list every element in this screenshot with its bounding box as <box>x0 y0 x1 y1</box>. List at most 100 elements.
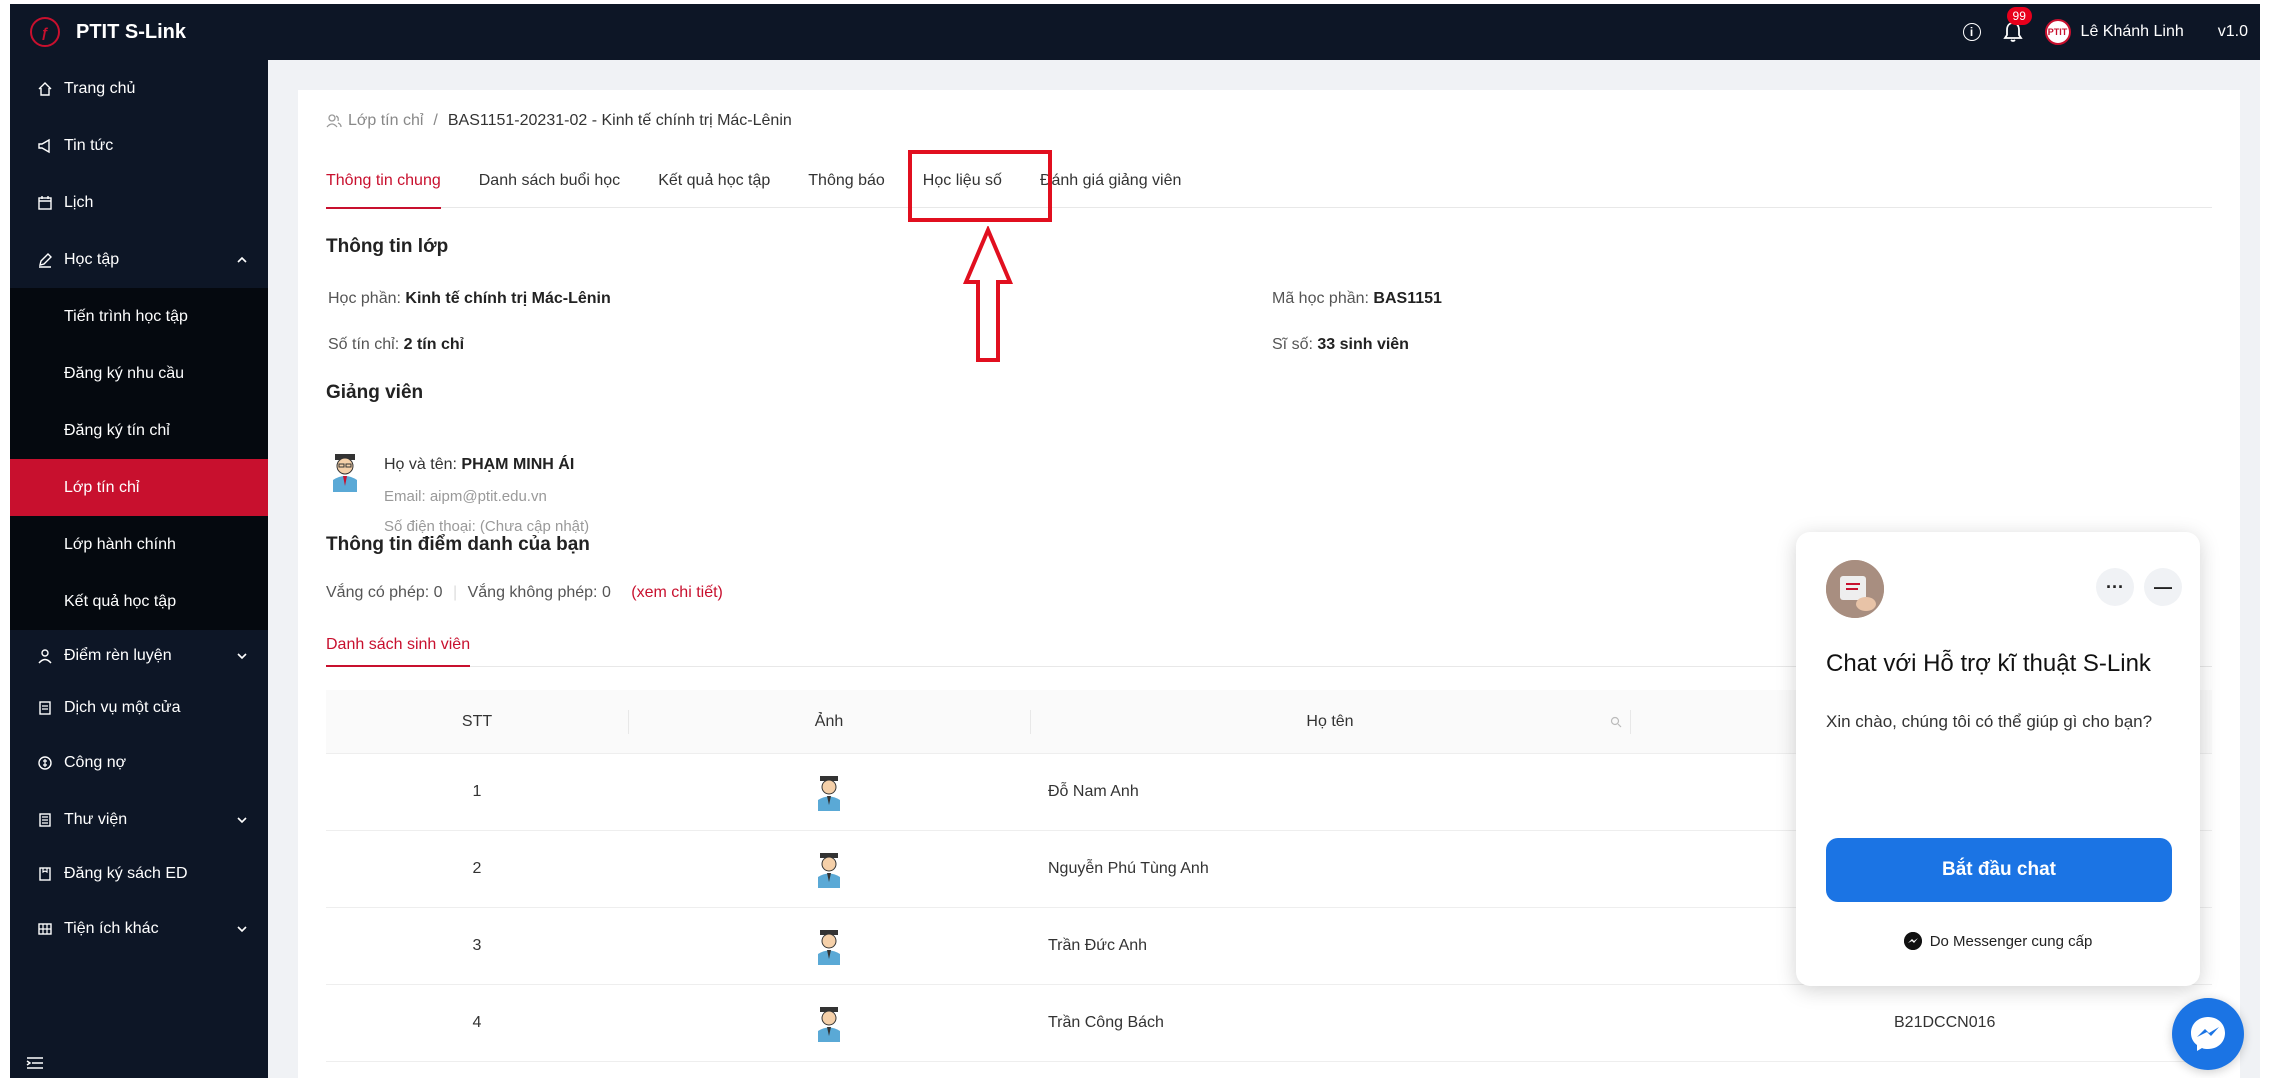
table-row[interactable]: 4 Trần Công Bách B21DCCN016 <box>326 985 2212 1062</box>
chevron-down-icon <box>237 653 247 660</box>
breadcrumb: Lớp tín chỉ / BAS1151-20231-02 - Kinh tế… <box>326 112 792 130</box>
row-name: Trần Đức Anh <box>1048 937 1148 954</box>
search-icon[interactable] <box>1610 716 1622 728</box>
sidebar-item-demand[interactable]: Đăng ký nhu cầu <box>10 345 268 402</box>
sidebar-item-credit-class[interactable]: Lớp tín chỉ <box>10 459 268 516</box>
sidebar-item-progress[interactable]: Tiến trình học tập <box>10 288 268 345</box>
header-name: Họ tên <box>1030 713 1630 731</box>
sidebar-item-label: Đăng ký tín chỉ <box>64 421 170 439</box>
sidebar-item-label: Tiện ích khác <box>64 919 159 937</box>
brand[interactable]: ƒ PTIT S-Link <box>30 17 186 47</box>
column-divider <box>1030 710 1031 734</box>
collapse-sidebar-icon[interactable] <box>26 1056 44 1070</box>
sidebar-item-label: Đăng ký sách ED <box>64 865 188 882</box>
messenger-fab-button[interactable] <box>2172 998 2244 1070</box>
row-photo <box>628 1004 1030 1042</box>
course-code-label: Mã học phần: <box>1272 290 1369 307</box>
notification-bell[interactable]: 99 <box>2002 7 2032 43</box>
sidebar-item-home[interactable]: Trang chủ <box>10 60 268 117</box>
info-icon[interactable]: i <box>1962 23 1981 41</box>
sidebar-item-library[interactable]: Thư viện <box>10 791 268 848</box>
students-tab[interactable]: Danh sách sinh viên <box>326 636 470 654</box>
sidebar-item-results[interactable]: Kết quả học tập <box>10 573 268 630</box>
notebook-icon <box>36 865 54 883</box>
messenger-small-icon <box>1903 932 1922 950</box>
credits-label: Số tín chỉ: <box>328 336 400 353</box>
chevron-up-icon <box>237 256 247 263</box>
students-tab-indicator <box>326 665 470 667</box>
column-divider <box>628 710 629 734</box>
sidebar-item-ed-books[interactable]: Đăng ký sách ED <box>10 848 268 900</box>
class-size-label: Sĩ số: <box>1272 336 1313 353</box>
user-avatar[interactable]: PTIT <box>2044 19 2071 45</box>
class-info-title: Thông tin lớp <box>326 236 449 257</box>
pen-icon <box>36 251 54 269</box>
chat-widget: ··· — Chat với Hỗ trợ kĩ thuật S-Link Xi… <box>1796 532 2200 986</box>
sidebar-item-debt[interactable]: Công nợ <box>10 734 268 791</box>
lecturer-email: Email: aipm@ptit.edu.vn <box>384 488 547 505</box>
course-code-value: BAS1151 <box>1373 290 1442 307</box>
logo: ƒ <box>30 17 60 47</box>
user-name[interactable]: Lê Khánh Linh <box>2081 23 2184 41</box>
study-submenu: Tiến trình học tập Đăng ký nhu cầu Đăng … <box>10 288 268 630</box>
start-chat-button[interactable]: Bắt đầu chat <box>1826 838 2172 902</box>
row-stt: 3 <box>472 937 482 954</box>
tab-general-info[interactable]: Thông tin chung <box>326 162 441 209</box>
document-icon <box>36 699 54 717</box>
student-avatar-icon <box>818 1007 840 1042</box>
breadcrumb-parent[interactable]: Lớp tín chỉ <box>348 112 423 130</box>
sidebar-item-calendar[interactable]: Lịch <box>10 174 268 231</box>
row-name: Đỗ Nam Anh <box>1048 783 1139 800</box>
credits-field: Số tín chỉ: 2 tín chỉ <box>328 336 464 354</box>
sidebar-item-label: Kết quả học tập <box>64 592 177 610</box>
credits-value: 2 tín chỉ <box>403 336 465 353</box>
app-root: ƒ PTIT S-Link i 99 PTIT Lê Khánh Linh v1… <box>0 0 2272 1078</box>
chevron-down-icon <box>237 816 247 823</box>
chat-minimize-button[interactable]: — <box>2144 568 2182 606</box>
attendance-excused: Vắng có phép: 0 <box>326 584 443 601</box>
header-photo: Ảnh <box>814 712 844 730</box>
attendance-title: Thông tin điểm danh của bạn <box>326 534 590 555</box>
row-stt: 2 <box>472 860 482 877</box>
sidebar-item-label: Dịch vụ một cửa <box>64 699 181 716</box>
lecturer-avatar-icon <box>333 454 357 492</box>
sidebar-item-study[interactable]: Học tập <box>10 231 268 288</box>
messenger-icon <box>2191 1017 2225 1051</box>
sidebar-item-label: Tin tức <box>64 136 114 154</box>
sidebar-item-label: Công nợ <box>64 753 127 771</box>
attendance-divider: | <box>453 584 458 601</box>
version-label: v1.0 <box>2217 23 2248 40</box>
annotation-up-arrow-icon <box>962 226 1014 362</box>
chevron-down-icon <box>237 925 247 932</box>
row-stt: 1 <box>472 783 482 800</box>
lecturer-name-value: PHẠM MINH ÁI <box>461 456 575 473</box>
tab-session-list[interactable]: Danh sách buổi học <box>479 162 620 208</box>
course-field: Học phần: Kinh tế chính trị Mác-Lênin <box>328 290 611 308</box>
sidebar-item-label: Học tập <box>64 250 120 268</box>
sidebar-item-one-stop[interactable]: Dịch vụ một cửa <box>10 682 268 734</box>
attendance-summary: Vắng có phép: 0 | Vắng không phép: 0 (xe… <box>326 584 723 602</box>
student-avatar-icon <box>818 930 840 965</box>
student-avatar-icon <box>818 776 840 811</box>
row-name: Nguyễn Phú Tùng Anh <box>1048 860 1209 877</box>
sidebar-item-credit-register[interactable]: Đăng ký tín chỉ <box>10 402 268 459</box>
row-photo <box>628 773 1030 811</box>
app-name: PTIT S-Link <box>76 20 186 43</box>
sidebar-item-news[interactable]: Tin tức <box>10 117 268 174</box>
student-avatar-icon <box>818 853 840 888</box>
annotation-highlight-box <box>908 150 1052 222</box>
top-bar-right: i 99 PTIT Lê Khánh Linh v1.0 <box>1962 4 2248 60</box>
header-stt: STT <box>461 712 493 730</box>
row-name: Trần Công Bách <box>1048 1014 1164 1031</box>
attendance-detail-link[interactable]: (xem chi tiết) <box>631 584 723 601</box>
sidebar-item-label: Đăng ký nhu cầu <box>64 364 185 382</box>
sidebar-item-utilities[interactable]: Tiện ích khác <box>10 900 268 957</box>
sidebar-item-admin-class[interactable]: Lớp hành chính <box>10 516 268 573</box>
chat-title: Chat với Hỗ trợ kĩ thuật S-Link <box>1826 650 2151 677</box>
tab-announcements[interactable]: Thông báo <box>808 162 885 208</box>
tab-results[interactable]: Kết quả học tập <box>658 162 770 208</box>
tab-lecturer-evaluation[interactable]: Đánh giá giảng viên <box>1040 162 1181 208</box>
chat-more-button[interactable]: ··· <box>2096 568 2134 606</box>
sidebar: Trang chủ Tin tức Lịch Học tập Tiến trìn… <box>10 60 268 1078</box>
sidebar-item-conduct[interactable]: Điểm rèn luyện <box>10 630 268 682</box>
